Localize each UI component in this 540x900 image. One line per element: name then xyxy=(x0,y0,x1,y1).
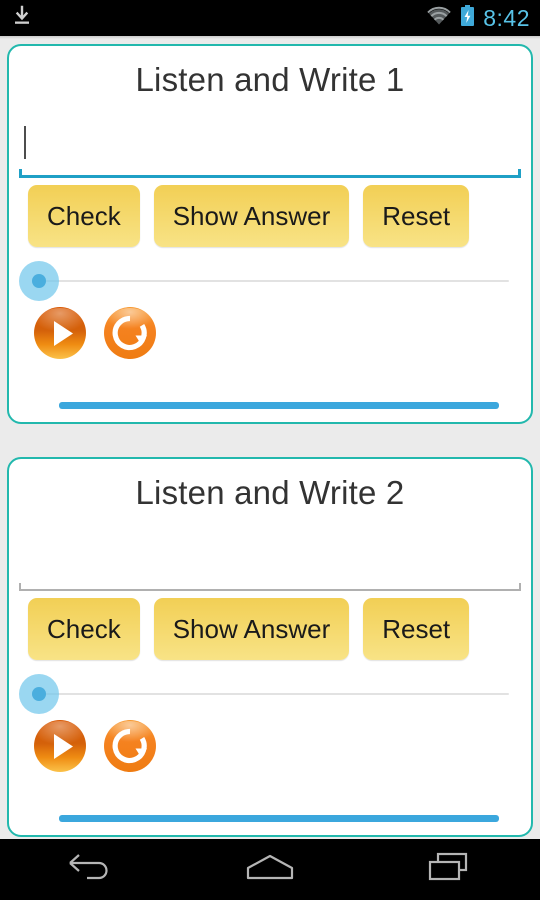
reset-button[interactable]: Reset xyxy=(363,598,470,660)
audio-seekbar[interactable] xyxy=(9,261,531,301)
battery-charging-icon xyxy=(460,4,475,32)
home-button[interactable] xyxy=(180,839,360,900)
seekbar-track[interactable] xyxy=(39,280,509,282)
status-bar: 8:42 xyxy=(0,0,540,36)
show-answer-button[interactable]: Show Answer xyxy=(153,185,350,247)
answer-input[interactable] xyxy=(19,535,521,587)
answer-input-wrapper[interactable] xyxy=(19,122,521,178)
seekbar-thumb[interactable] xyxy=(19,261,59,301)
download-progress-wrapper xyxy=(9,402,531,412)
exercise-list: Listen and Write 1 Check Show Answer Res… xyxy=(0,39,540,839)
input-underline xyxy=(19,583,521,591)
exercise-card: Listen and Write 1 Check Show Answer Res… xyxy=(7,44,533,424)
input-underline xyxy=(19,169,521,178)
check-button[interactable]: Check xyxy=(28,185,140,247)
page-title: Listen and Write 1 xyxy=(135,61,405,98)
back-button[interactable] xyxy=(0,839,180,900)
recents-button[interactable] xyxy=(360,839,540,900)
replay-button[interactable] xyxy=(101,718,159,776)
answer-input[interactable] xyxy=(19,122,521,174)
seekbar-thumb[interactable] xyxy=(19,674,59,714)
navigation-bar xyxy=(0,839,540,900)
action-button-row: Check Show Answer Reset xyxy=(28,598,531,660)
status-time: 8:42 xyxy=(483,4,530,31)
show-answer-button[interactable]: Show Answer xyxy=(153,598,350,660)
exercise-card: Listen and Write 2 Check Show Answer Res… xyxy=(7,457,533,837)
download-progress-bar xyxy=(59,402,499,409)
media-controls xyxy=(31,305,531,363)
play-button[interactable] xyxy=(31,718,89,776)
replay-button[interactable] xyxy=(101,305,159,363)
play-button[interactable] xyxy=(31,305,89,363)
download-progress-bar xyxy=(59,815,499,822)
download-icon xyxy=(12,5,32,32)
wifi-icon xyxy=(426,6,452,31)
check-button[interactable]: Check xyxy=(28,598,140,660)
answer-input-wrapper[interactable] xyxy=(19,535,521,591)
download-progress-wrapper xyxy=(9,815,531,825)
page-title: Listen and Write 2 xyxy=(135,474,405,511)
seekbar-track[interactable] xyxy=(39,693,509,695)
home-icon xyxy=(242,852,298,887)
text-caret xyxy=(24,126,26,159)
action-button-row: Check Show Answer Reset xyxy=(28,185,531,247)
audio-seekbar[interactable] xyxy=(9,674,531,714)
media-controls xyxy=(31,718,531,776)
recents-icon xyxy=(424,851,476,888)
reset-button[interactable]: Reset xyxy=(363,185,470,247)
back-icon xyxy=(66,852,114,887)
